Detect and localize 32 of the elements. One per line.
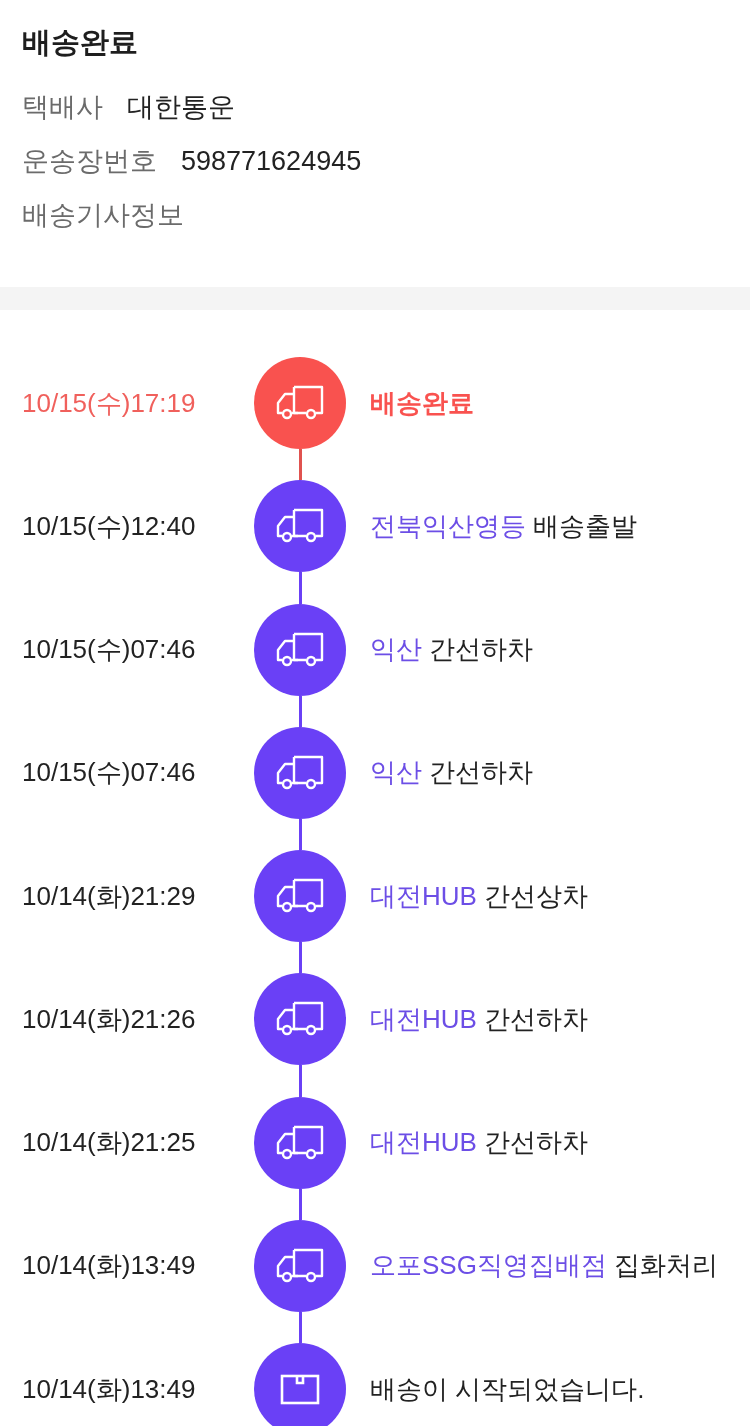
- event-time: 10/15(수)07:46: [22, 756, 196, 790]
- timeline-connector: [298, 572, 302, 604]
- event-time: 10/14(화)21:29: [22, 879, 196, 913]
- event-time: 10/14(화)21:26: [22, 1002, 196, 1036]
- event-text: 배송이 시작되었습니다.: [370, 1372, 645, 1406]
- timeline-connector: [298, 1311, 302, 1343]
- timeline-connector: [298, 818, 302, 850]
- field-value: 대한통운: [127, 91, 235, 124]
- status-title: 배송완료: [22, 25, 138, 60]
- event-text: 오포SSG직영집배점 집화처리: [370, 1249, 719, 1283]
- event-text: 대전HUB 간선하차: [370, 1126, 589, 1159]
- timeline-connector: [298, 1188, 302, 1220]
- timeline-connector: [298, 449, 302, 481]
- timeline-connector: [298, 942, 302, 974]
- event-time: 10/14(화)13:49: [22, 1372, 196, 1406]
- timeline-connector: [298, 1065, 302, 1097]
- event-text: 익산 간선하차: [370, 633, 534, 666]
- event-text: 대전HUB 간선상차: [370, 879, 589, 913]
- field-label: 운송장번호: [22, 145, 157, 178]
- field-label: 택배사: [22, 91, 103, 124]
- event-text: 익산 간선하차: [370, 756, 534, 790]
- timeline-connector: [298, 695, 302, 727]
- event-time: 10/14(화)21:25: [22, 1126, 196, 1159]
- event-text: 전북익산영등 배송출발: [370, 509, 638, 543]
- event-time: 10/15(수)17:19: [22, 386, 196, 420]
- event-text: 대전HUB 간선하차: [370, 1002, 589, 1036]
- event-time: 10/15(수)07:46: [22, 633, 196, 666]
- event-text: 배송완료: [370, 386, 474, 420]
- field-value: 598771624945: [181, 145, 362, 177]
- field-label: 배송기사정보: [22, 199, 184, 232]
- event-time: 10/15(수)12:40: [22, 509, 196, 543]
- event-time: 10/14(화)13:49: [22, 1249, 196, 1283]
